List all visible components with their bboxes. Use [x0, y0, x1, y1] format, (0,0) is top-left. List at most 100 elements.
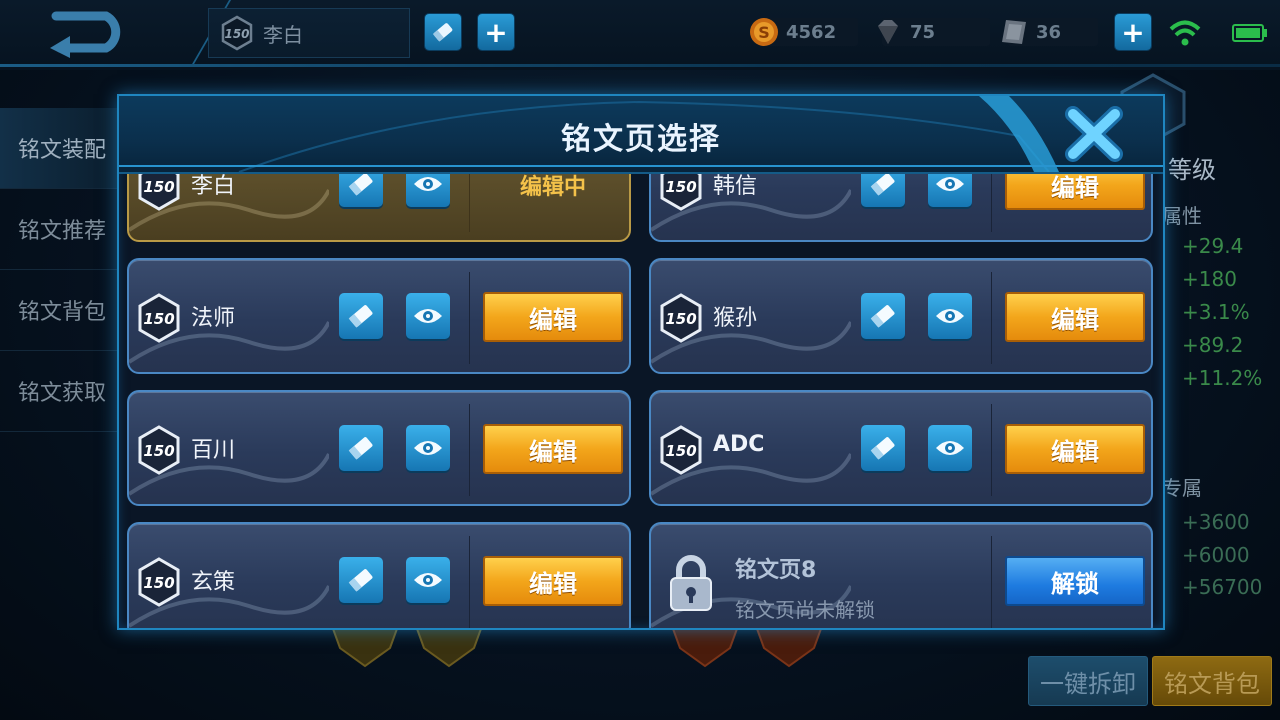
edit-page-button[interactable]: 编辑 [483, 556, 623, 606]
locked-rune-page-card: 铭文页8 铭文页尚未解锁 解锁 [649, 522, 1153, 628]
edit-page-button[interactable]: 编辑 [1005, 174, 1145, 210]
eye-icon [936, 177, 964, 191]
gold-value: 4562 [786, 21, 837, 43]
rename-page-button[interactable] [339, 174, 383, 207]
back-arrow-icon[interactable] [20, 6, 140, 58]
level-badge-icon: 150 [660, 174, 702, 211]
rune-page-card[interactable]: 150 法师 编辑 [127, 258, 631, 374]
attr-label: 属性 [1162, 204, 1202, 228]
edit-page-button[interactable]: 编辑 [1005, 424, 1145, 474]
current-page-name: 李白 [263, 22, 303, 47]
exclusive-value: +56700 [1182, 575, 1263, 599]
view-page-button[interactable] [406, 557, 450, 603]
rename-page-button[interactable] [861, 293, 905, 339]
page-level: 150 [665, 310, 696, 328]
lock-icon [670, 555, 712, 611]
gold-coin-icon: S [750, 18, 778, 46]
nav-item-rune-recommend[interactable]: 铭文推荐 [0, 189, 118, 270]
rune-bag-button[interactable]: 铭文背包 [1152, 656, 1272, 706]
view-page-button[interactable] [406, 174, 450, 207]
wifi-icon [1169, 20, 1201, 46]
page-name: 猴孙 [713, 306, 758, 331]
locked-page-subtitle: 铭文页尚未解锁 [735, 598, 875, 622]
view-page-button[interactable] [928, 293, 972, 339]
rune-page-card[interactable]: 150 百川 编辑 [127, 390, 631, 506]
rune-page-card[interactable]: 150 ADC 编辑 [649, 390, 1153, 506]
attr-value: +29.4 [1182, 234, 1244, 258]
page-level: 150 [143, 310, 174, 328]
page-name: 法师 [191, 306, 236, 331]
eye-icon [936, 441, 964, 455]
locked-page-title: 铭文页8 [735, 558, 817, 583]
rune-page-grid: 150 李白 编辑中 150 韩信 编辑 150 法师 编辑 150 猴孙 编辑… [119, 174, 1163, 628]
left-nav: 铭文装配 铭文推荐 铭文背包 铭文获取 [0, 108, 118, 432]
rune-page-card[interactable]: 150 玄策 编辑 [127, 522, 631, 628]
eraser-icon [870, 437, 895, 460]
edit-page-button[interactable]: 编辑 [483, 424, 623, 474]
eraser-icon [348, 174, 373, 196]
topbar-underline [0, 64, 1280, 67]
level-badge-icon: 150 [138, 425, 180, 475]
page-level: 150 [143, 574, 174, 592]
rune-page-card[interactable]: 150 李白 编辑中 [127, 174, 631, 242]
unlock-button[interactable]: 解锁 [1005, 556, 1145, 606]
level-badge-icon: 150 [138, 557, 180, 607]
page-name: 韩信 [713, 174, 758, 199]
eraser-icon [348, 305, 373, 328]
edit-page-button[interactable]: 编辑 [1005, 292, 1145, 342]
page-level: 150 [143, 442, 174, 460]
page-name: 李白 [191, 174, 236, 199]
attr-value: +180 [1182, 267, 1237, 291]
rename-button[interactable] [425, 14, 461, 50]
eye-icon [414, 573, 442, 587]
unequip-all-button[interactable]: 一键拆卸 [1028, 656, 1148, 706]
rename-page-button[interactable] [861, 174, 905, 207]
level-badge-icon: 150 [660, 425, 702, 475]
rune-page-select-dialog: 铭文页选择 150 李白 编辑中 150 韩信 编辑 150 法师 编辑 150… [117, 94, 1165, 630]
close-icon[interactable] [1065, 106, 1123, 162]
rename-page-button[interactable] [339, 557, 383, 603]
dialog-header: 铭文页选择 [119, 96, 1163, 174]
rename-page-button[interactable] [339, 425, 383, 471]
eraser-icon [348, 569, 373, 592]
page-name: 百川 [191, 438, 236, 463]
plus-icon: + [484, 15, 508, 49]
top-bar: 150 李白 + S 4562 75 36 + [0, 0, 1280, 70]
view-page-button[interactable] [406, 425, 450, 471]
eraser-icon [348, 437, 373, 460]
page-level: 150 [665, 178, 696, 196]
edit-page-button[interactable]: 编辑 [483, 292, 623, 342]
eraser-icon [870, 305, 895, 328]
current-page-level: 150 [224, 27, 249, 41]
eye-icon [936, 309, 964, 323]
rune-page-card[interactable]: 150 韩信 编辑 [649, 174, 1153, 242]
rename-page-button[interactable] [861, 425, 905, 471]
view-page-button[interactable] [406, 293, 450, 339]
view-page-button[interactable] [928, 174, 972, 207]
level-badge-icon: 150 [221, 15, 253, 51]
view-page-button[interactable] [928, 425, 972, 471]
nav-item-rune-obtain[interactable]: 铭文获取 [0, 351, 118, 432]
coupon-icon [1002, 20, 1026, 44]
rename-page-button[interactable] [339, 293, 383, 339]
nav-item-rune-bag[interactable]: 铭文背包 [0, 270, 118, 351]
page-level: 150 [143, 178, 174, 196]
dialog-title: 铭文页选择 [561, 122, 721, 157]
page-name: ADC [713, 432, 765, 457]
level-badge-icon: 150 [138, 174, 180, 211]
page-level: 150 [665, 442, 696, 460]
coupon-counter: 36 [998, 16, 1098, 48]
diamond-counter: 75 [872, 16, 990, 48]
battery-icon [1232, 24, 1267, 42]
recharge-button[interactable]: + [1115, 14, 1151, 50]
rune-page-card[interactable]: 150 猴孙 编辑 [649, 258, 1153, 374]
diamond-icon [878, 20, 898, 44]
exclusive-value: +6000 [1182, 543, 1250, 567]
nav-item-rune-equip[interactable]: 铭文装配 [0, 108, 118, 189]
eraser-icon [870, 174, 895, 196]
current-rune-page[interactable]: 150 李白 [208, 8, 410, 58]
diamond-value: 75 [910, 21, 936, 43]
add-page-button[interactable]: + [478, 14, 514, 50]
eye-icon [414, 441, 442, 455]
editing-status: 编辑中 [519, 175, 586, 200]
